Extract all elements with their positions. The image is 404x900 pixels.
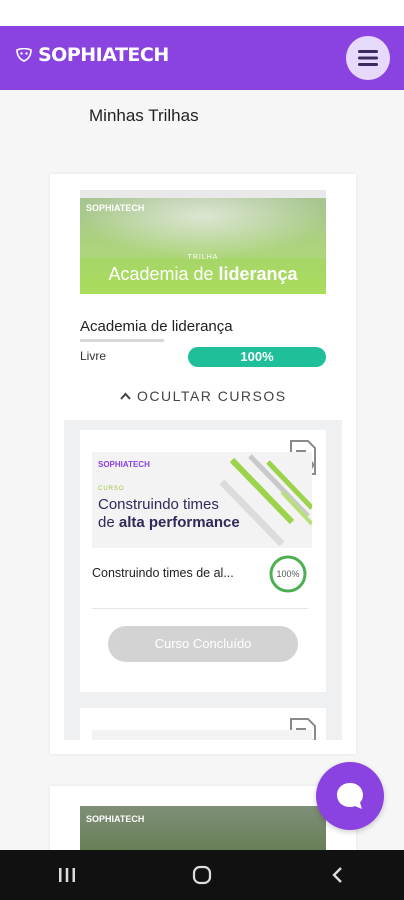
brand-name: SOPHIATECH (38, 44, 169, 66)
course-image-kicker: CURSO (98, 486, 125, 492)
course-image-logo: SOPHIATECH (98, 460, 150, 469)
course-image[interactable] (92, 730, 312, 740)
app-bar: SOPHIATECH (0, 26, 404, 90)
course-card: SOPHIATECH CURSO Construindo times de al… (80, 430, 326, 692)
course-divider (92, 608, 308, 609)
chat-bubble-icon (337, 783, 363, 809)
menu-button[interactable] (346, 36, 390, 80)
course-list: SOPHIATECH CURSO Construindo times de al… (64, 420, 342, 740)
banner-title-bold: liderança (218, 264, 298, 284)
banner-logo: SOPHIATECH (86, 203, 145, 213)
banner-kicker: TRILHA (187, 254, 219, 261)
trail-name-underline (80, 339, 164, 342)
banner-logo: SOPHIATECH (86, 814, 145, 824)
recent-apps-button[interactable] (37, 855, 97, 895)
trail-name[interactable]: Academia de liderança (80, 318, 233, 335)
system-navigation-bar (0, 850, 404, 900)
course-image-title-line1: Construindo times (98, 496, 219, 513)
trail-progress-bar: 100% (188, 347, 326, 367)
recent-apps-icon (59, 868, 76, 882)
trail-banner[interactable]: SOPHIATECH TRILHA Academia de liderança (80, 190, 326, 294)
course-card (80, 708, 326, 740)
home-button[interactable] (172, 855, 232, 895)
course-progress-label: 100% (276, 569, 300, 579)
hide-courses-toggle[interactable]: OCULTAR CURSOS (120, 388, 287, 404)
banner-title: Academia de liderança (80, 264, 326, 285)
brand-logo[interactable]: SOPHIATECH (16, 44, 169, 66)
chat-button[interactable] (316, 762, 384, 830)
course-completed-button[interactable]: Curso Concluído (108, 626, 298, 662)
course-image-title-regular: de (98, 514, 119, 531)
status-bar (0, 0, 404, 26)
hide-courses-label: OCULTAR CURSOS (137, 388, 287, 404)
course-name[interactable]: Construindo times de al... (92, 566, 234, 580)
home-icon (192, 865, 212, 885)
brand-mask-icon (16, 48, 32, 62)
banner-title-regular: Academia de (108, 264, 219, 284)
course-image-title-line2: de alta performance (98, 514, 240, 531)
course-image-title-bold: alta performance (118, 514, 240, 531)
back-icon (331, 867, 342, 883)
trail-access-label: Livre (80, 349, 107, 363)
back-button[interactable] (307, 855, 367, 895)
page-title: Minhas Trilhas (89, 106, 199, 125)
chevron-up-icon (120, 392, 131, 400)
course-image[interactable]: SOPHIATECH CURSO Construindo times de al… (92, 452, 312, 548)
hamburger-icon (358, 50, 378, 66)
title-band (0, 90, 404, 142)
trail-card: SOPHIATECH TRILHA Academia de liderança … (50, 174, 356, 754)
